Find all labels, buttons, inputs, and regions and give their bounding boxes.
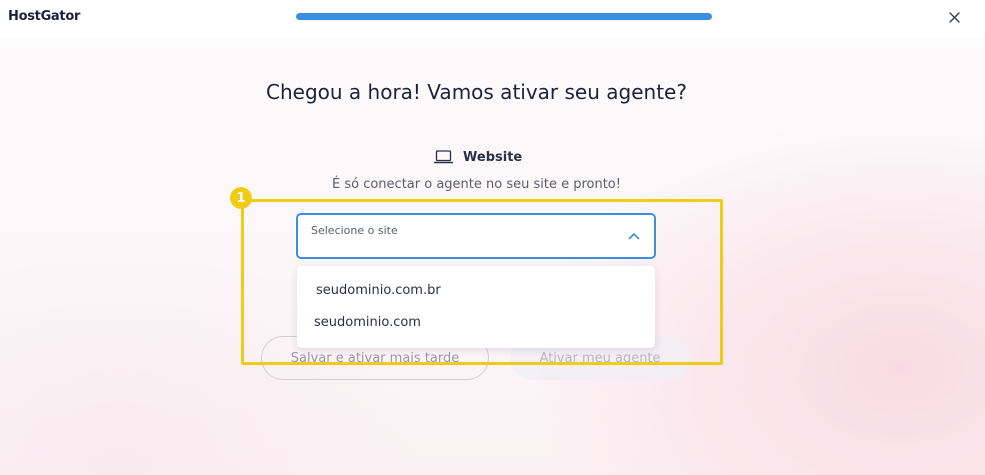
page-subtitle: É só conectar o agente no seu site e pro… bbox=[332, 177, 621, 192]
step-highlight-box bbox=[241, 199, 723, 365]
progress-bar bbox=[296, 13, 712, 20]
close-icon bbox=[948, 11, 960, 23]
channel-header: Website bbox=[434, 148, 522, 166]
close-button[interactable] bbox=[944, 7, 964, 27]
progress-bar-fill bbox=[296, 13, 712, 20]
laptop-icon bbox=[434, 150, 453, 164]
hostgator-logo: HostGator bbox=[8, 9, 81, 24]
channel-label: Website bbox=[463, 149, 523, 165]
step-badge: 1 bbox=[230, 187, 252, 209]
top-bar: HostGator bbox=[0, 0, 985, 38]
page-title: Chegou a hora! Vamos ativar seu agente? bbox=[266, 80, 687, 104]
